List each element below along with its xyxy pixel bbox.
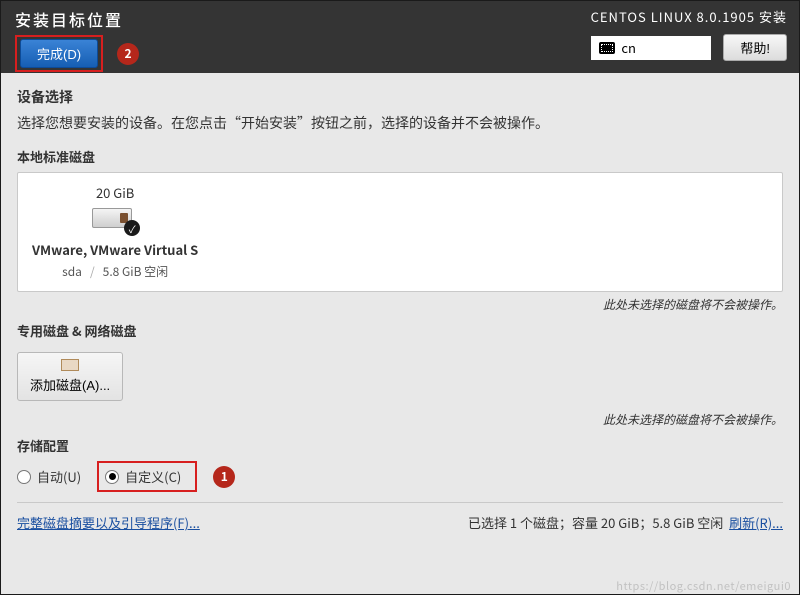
divider [17, 502, 783, 503]
radio-icon [17, 470, 31, 484]
keyboard-layout-label: cn [621, 38, 636, 57]
radio-custom[interactable]: 自定义(C) [105, 467, 181, 486]
radio-icon-checked [105, 470, 119, 484]
add-disk-icon [61, 359, 79, 371]
local-disk-note: 此处未选择的磁盘将不会被操作。 [17, 296, 783, 313]
annotation-badge-2: 2 [117, 43, 139, 65]
add-disk-label: 添加磁盘(A)... [30, 375, 110, 394]
add-disk-button[interactable]: 添加磁盘(A)... [17, 352, 123, 401]
device-select-desc: 选择您想要安装的设备。在您点击“开始安装”按钮之前，选择的设备并不会被操作。 [17, 113, 783, 133]
disk-size: 20 GiB [96, 183, 134, 202]
radio-auto[interactable]: 自动(U) [17, 467, 81, 486]
local-disk-panel: 20 GiB ✓ VMware, VMware Virtual S sda/5.… [17, 172, 783, 292]
radio-custom-label: 自定义(C) [125, 467, 181, 486]
page-title: 安装目标位置 [15, 7, 123, 31]
special-disk-note: 此处未选择的磁盘将不会被操作。 [17, 411, 783, 428]
product-name: CENTOS LINUX 8.0.1905 安装 [591, 7, 787, 26]
help-button[interactable]: 帮助! [723, 34, 787, 61]
watermark: https://blog.csdn.net/emeigui0 [616, 578, 791, 594]
local-disk-title: 本地标准磁盘 [17, 147, 783, 166]
done-button[interactable]: 完成(D) [20, 39, 98, 68]
annotation-badge-1: 1 [213, 466, 235, 488]
disk-subinfo: sda/5.8 GiB 空闲 [62, 263, 168, 280]
storage-config-title: 存储配置 [17, 436, 783, 455]
special-disk-title: 专用磁盘 & 网络磁盘 [17, 321, 783, 340]
footer-status: 已选择 1 个磁盘；容量 20 GiB；5.8 GiB 空闲 刷新(R)... [468, 513, 783, 532]
keyboard-icon [599, 42, 615, 54]
refresh-link[interactable]: 刷新(R)... [729, 513, 783, 532]
radio-auto-label: 自动(U) [37, 467, 81, 486]
hard-disk-icon: ✓ [92, 206, 138, 234]
custom-annotation-box: 自定义(C) [97, 461, 197, 492]
disk-item[interactable]: 20 GiB ✓ VMware, VMware Virtual S sda/5.… [32, 183, 198, 280]
disk-summary-link[interactable]: 完整磁盘摘要以及引导程序(F)... [17, 513, 200, 532]
done-annotation-box: 完成(D) [15, 35, 103, 72]
disk-label: VMware, VMware Virtual S [32, 240, 198, 259]
check-icon: ✓ [124, 220, 140, 236]
keyboard-layout-indicator[interactable]: cn [591, 36, 711, 60]
device-select-title: 设备选择 [17, 87, 783, 107]
